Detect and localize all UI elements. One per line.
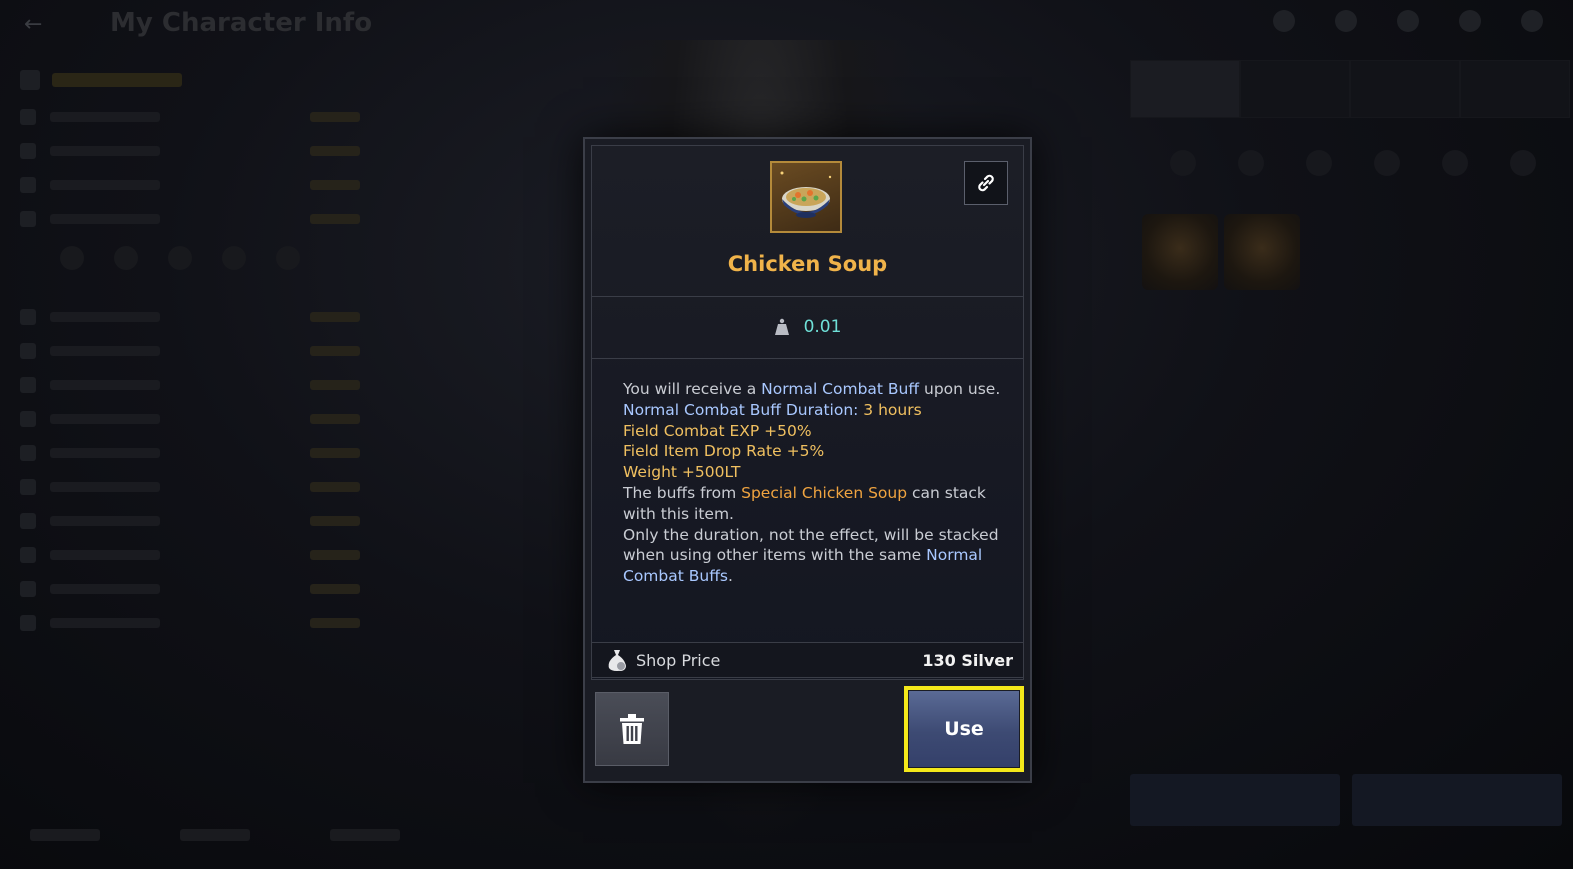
weight-icon [774,318,789,335]
shop-price-value: 130 Silver [922,650,1013,670]
shop-price-label: Shop Price [636,650,721,670]
description-duration-line: Normal Combat Buff Duration: 3 hours [623,400,922,419]
item-detail-popup: Chicken Soup 0.01 You will receive a Nor… [583,137,1032,783]
background-inventory-panel [1130,60,1573,840]
description-stack-line: The buffs from Special Chicken Soup can … [623,483,986,523]
item-weight: 0.01 [592,296,1023,359]
description-use-line: You will receive a Normal Combat Buff up… [623,380,1001,398]
background-stats-panel [20,60,360,760]
background-bottom-tabs [30,829,400,841]
trash-icon [620,714,644,744]
delete-button[interactable] [595,692,669,766]
item-detail-panel: Chicken Soup 0.01 You will receive a Nor… [591,145,1024,680]
use-button[interactable]: Use [909,691,1019,767]
item-name: Chicken Soup [727,252,888,276]
weight-value: 0.01 [803,317,842,337]
back-arrow-icon: ← [24,12,43,37]
description-effect-weight: Weight +500LT [623,463,741,482]
description-effect-exp: Field Combat EXP +50% [623,421,812,440]
item-description: You will receive a Normal Combat Buff up… [623,379,1003,587]
link-chain-icon [978,174,994,192]
description-effect-drop: Field Item Drop Rate +5% [623,442,825,461]
shop-price-row: Shop Price 130 Silver [591,642,1024,678]
item-header: Chicken Soup [592,146,1023,297]
description-note-line: Only the duration, not the effect, will … [623,525,999,586]
chicken-soup-bowl-icon [770,161,842,233]
link-button[interactable] [964,161,1008,205]
silver-bag-icon [608,650,626,671]
background-top-icons [1273,10,1543,32]
background-page-title: My Character Info [110,8,373,38]
